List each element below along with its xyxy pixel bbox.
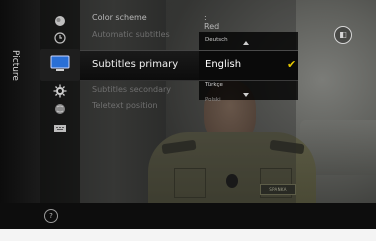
- channel-logo-icon: ◧: [334, 26, 352, 44]
- menu-item-automatic-subtitles[interactable]: Automatic subtitles: [92, 30, 170, 44]
- scroll-down-arrow-icon[interactable]: [243, 93, 249, 97]
- menu-item-label: Teletext position: [92, 101, 158, 110]
- globe-icon[interactable]: [53, 102, 67, 116]
- clock-icon[interactable]: [53, 31, 67, 45]
- menu-item-label: Color scheme: [92, 13, 147, 22]
- sidebar-rail: [0, 0, 40, 229]
- keyboard-icon[interactable]: [53, 121, 67, 135]
- tv-icon[interactable]: [49, 54, 71, 74]
- menu-item-value: : Red: [204, 13, 220, 31]
- dropdown-option[interactable]: Deutsch: [205, 37, 228, 43]
- gear-icon[interactable]: [53, 84, 67, 98]
- tv-picture: SPANKA Picture Color scheme : Red Automa…: [0, 0, 376, 229]
- menu-item-label: Subtitles secondary: [92, 85, 172, 94]
- dropdown-selected-label: English: [205, 59, 242, 70]
- dropdown-option[interactable]: Polski: [205, 97, 221, 103]
- menu-item-label: Automatic subtitles: [92, 30, 170, 39]
- help-icon[interactable]: ?: [44, 209, 58, 223]
- menu-item-label: Subtitles primary: [92, 59, 179, 70]
- dropdown-option[interactable]: Türkçe: [205, 82, 223, 88]
- dropdown-selected-option[interactable]: English: [199, 50, 298, 81]
- sidebar-section-label: Picture: [10, 49, 20, 81]
- scroll-up-arrow-icon[interactable]: [243, 41, 249, 45]
- screen: SPANKA Picture Color scheme : Red Automa…: [0, 0, 376, 241]
- menu-item-teletext-position[interactable]: Teletext position: [92, 101, 158, 115]
- check-icon: ✔: [287, 58, 297, 71]
- menu-item-color-scheme[interactable]: Color scheme : Red: [92, 13, 219, 31]
- menu-item-subtitles-secondary[interactable]: Subtitles secondary: [92, 85, 171, 99]
- color-icon[interactable]: [53, 14, 67, 28]
